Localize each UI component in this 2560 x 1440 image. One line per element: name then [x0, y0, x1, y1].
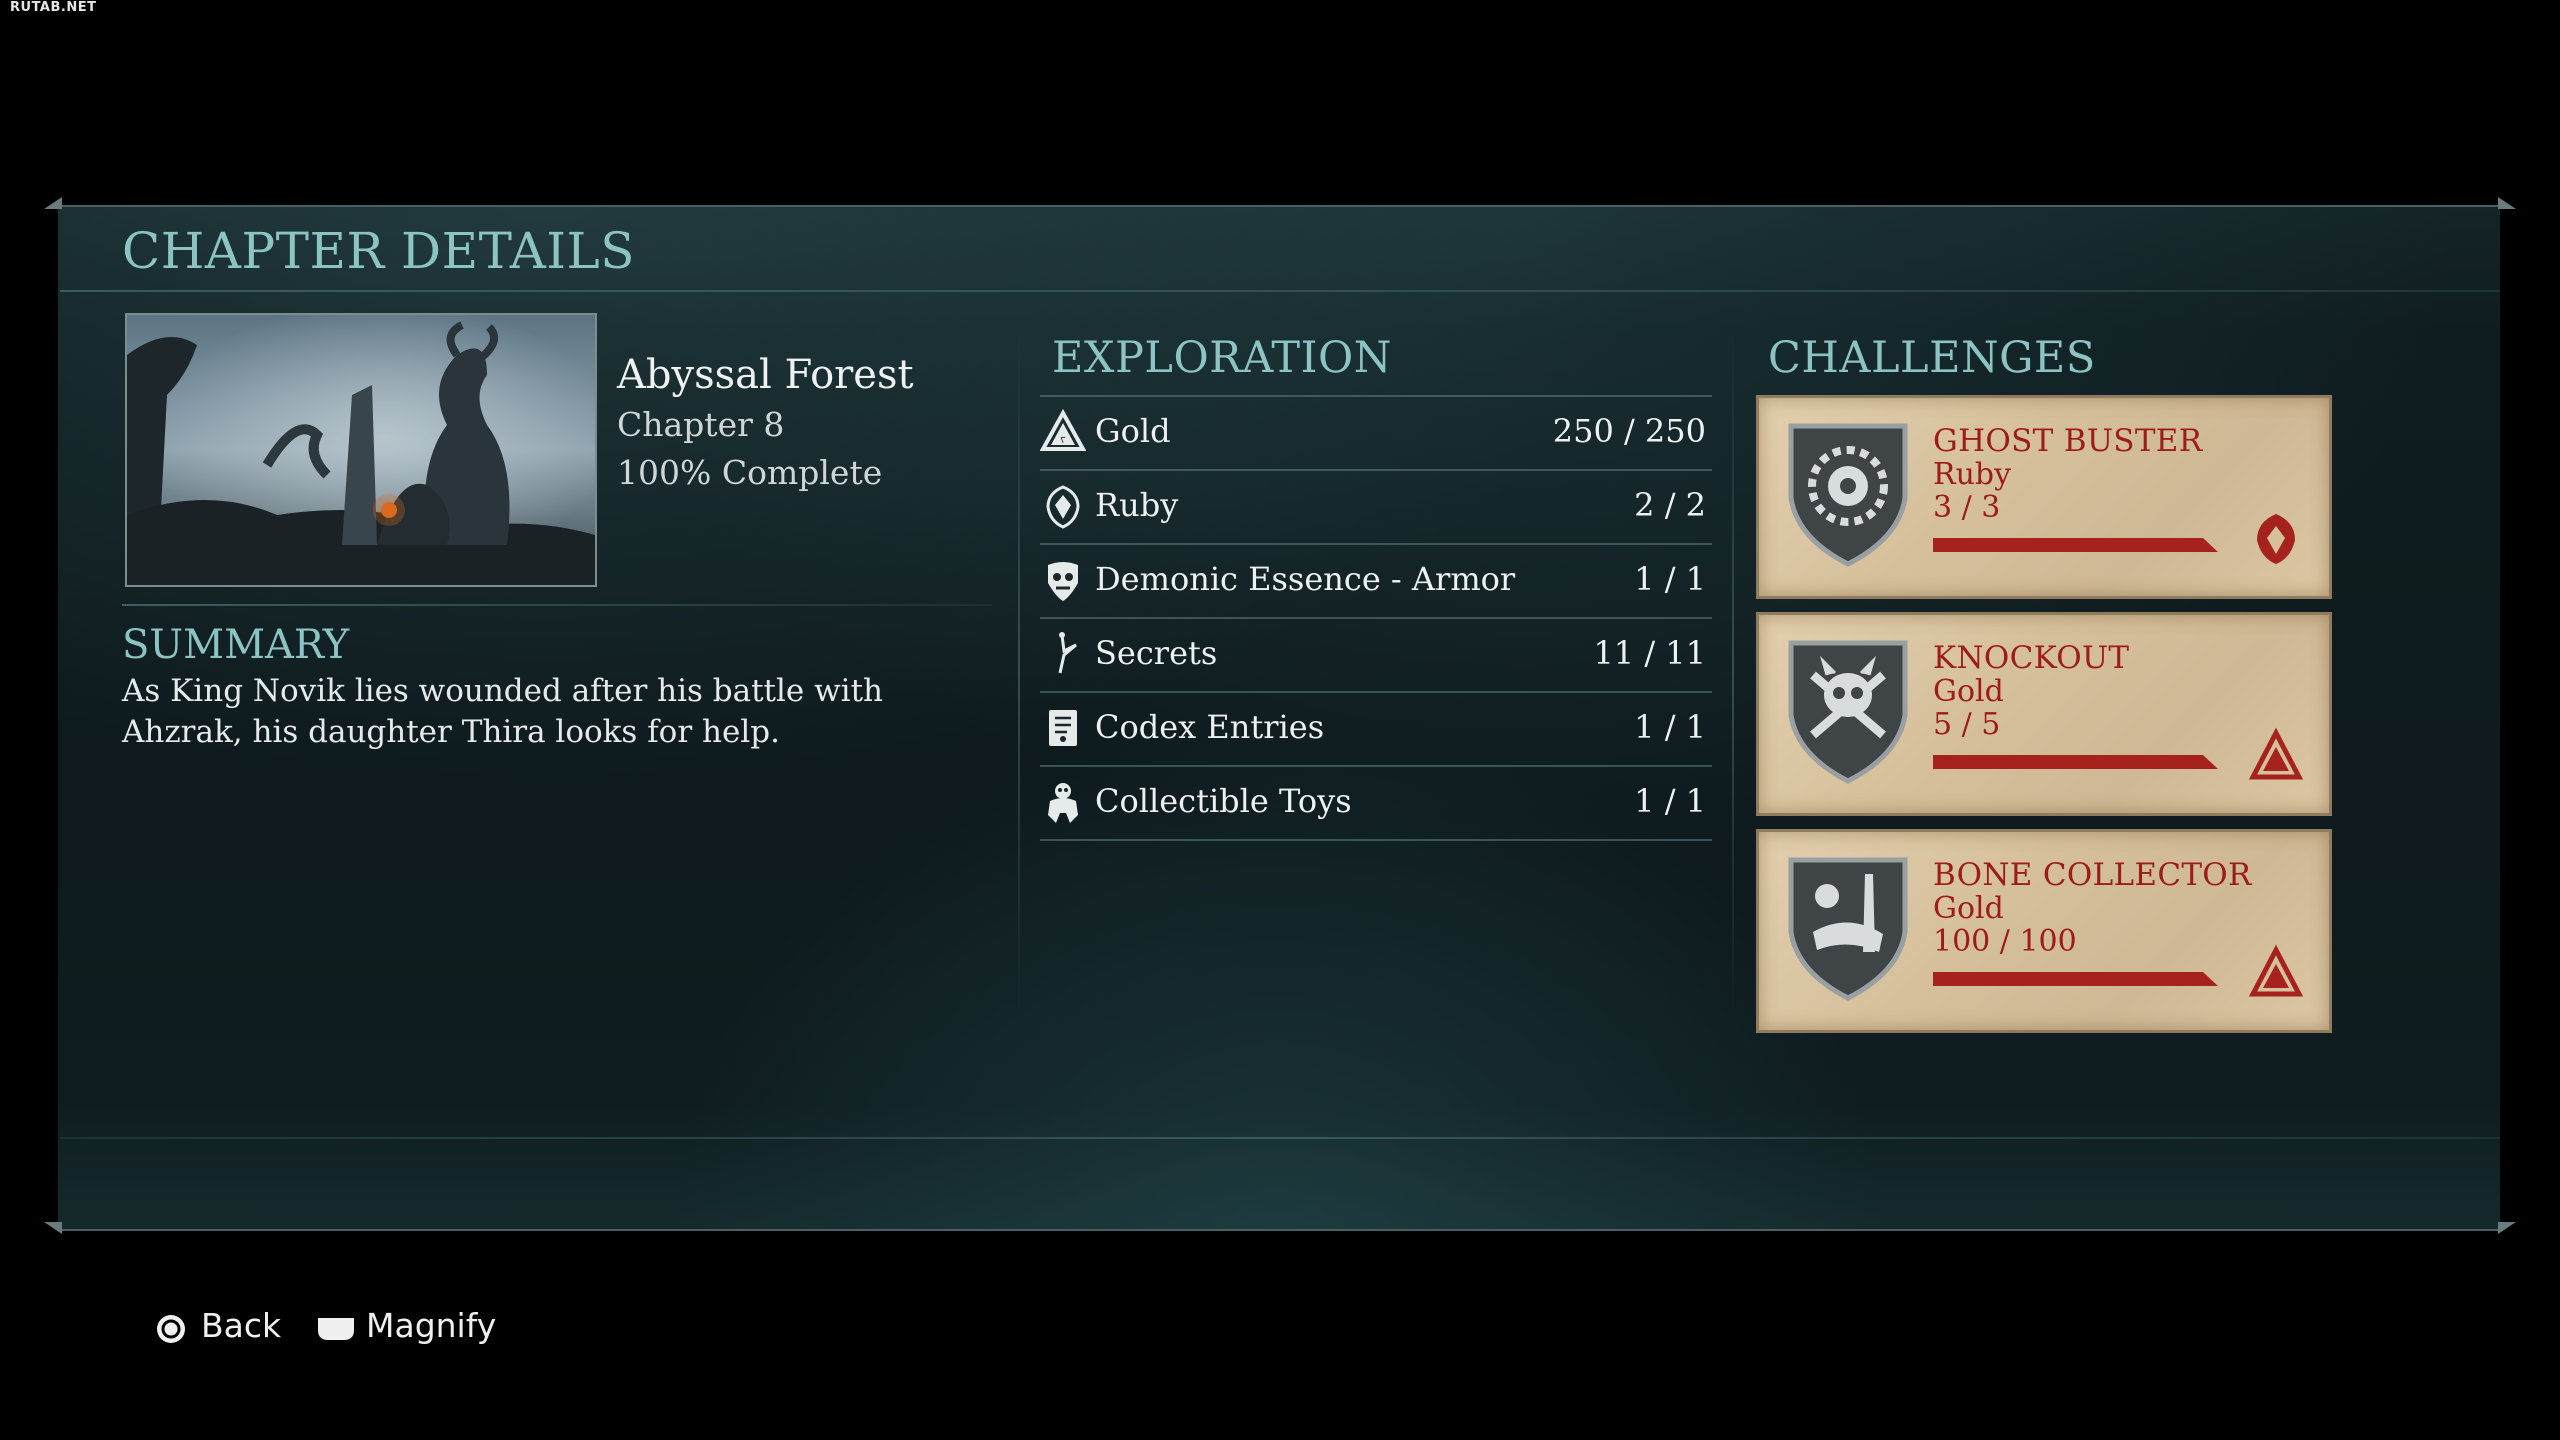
challenge-card-bone-collector[interactable]: BONE COLLECTOR Gold 100 / 100: [1756, 829, 2332, 1033]
exploration-value: 250 / 250: [1552, 412, 1706, 450]
challenge-name: KNOCKOUT: [1933, 640, 2130, 676]
divider: [122, 604, 992, 606]
divider: [60, 1137, 2500, 1139]
challenge-card-ghost-buster[interactable]: GHOST BUSTER Ruby 3 / 3: [1756, 395, 2332, 599]
exploration-heading: EXPLORATION: [1052, 333, 1392, 383]
back-button[interactable]: Back: [201, 1306, 281, 1345]
secrets-icon: [1058, 632, 1077, 674]
exploration-row-secrets: Secrets 11 / 11: [1040, 619, 1712, 693]
challenge-reward: Ruby: [1933, 457, 2012, 492]
chapter-thumbnail: [125, 313, 597, 587]
exploration-label: Collectible Toys: [1095, 782, 1352, 820]
gold-icon: ᡕ: [1040, 409, 1086, 451]
exploration-row-demonic-essence: Demonic Essence - Armor 1 / 1: [1040, 545, 1712, 619]
chapter-completion: 100% Complete: [617, 453, 883, 492]
exploration-label: Codex Entries: [1095, 708, 1325, 746]
panel-corner-ornament: [2498, 197, 2516, 209]
exploration-label: Demonic Essence - Armor: [1095, 560, 1516, 598]
challenge-name: BONE COLLECTOR: [1933, 857, 2252, 893]
gold-reward-icon: [2249, 944, 2303, 997]
exploration-row-gold: ᡕ Gold 250 / 250: [1040, 395, 1712, 471]
challenge-progress-bar: [1933, 972, 2218, 986]
exploration-list: ᡕ Gold 250 / 250 Ruby 2 / 2 Demonic Esse…: [1040, 395, 1712, 841]
challenge-progress: 3 / 3: [1933, 490, 2001, 525]
summary-heading: SUMMARY: [122, 622, 350, 668]
bone-collector-shield-icon: [1788, 857, 1908, 1001]
column-divider: [1732, 330, 1734, 1010]
touchpad-button-icon[interactable]: [316, 1316, 356, 1342]
exploration-label: Ruby: [1095, 486, 1179, 524]
challenge-reward: Gold: [1933, 674, 2004, 709]
column-divider: [1018, 330, 1020, 1010]
page-title: CHAPTER DETAILS: [122, 222, 636, 280]
challenge-progress: 100 / 100: [1933, 924, 2077, 959]
chapter-name: Abyssal Forest: [617, 352, 914, 398]
challenge-card-knockout[interactable]: KNOCKOUT Gold 5 / 5: [1756, 612, 2332, 816]
chapter-number: Chapter 8: [617, 405, 785, 444]
ruby-icon: [1046, 485, 1080, 529]
challenges-heading: CHALLENGES: [1768, 333, 2096, 383]
toy-icon: [1048, 783, 1078, 823]
challenge-reward: Gold: [1933, 891, 2004, 926]
magnify-button[interactable]: Magnify: [366, 1306, 496, 1345]
challenge-progress-bar: [1933, 755, 2218, 769]
panel-corner-ornament: [44, 1222, 62, 1234]
exploration-row-codex: Codex Entries 1 / 1: [1040, 693, 1712, 767]
exploration-row-toys: Collectible Toys 1 / 1: [1040, 767, 1712, 841]
svg-text:ᡕ: ᡕ: [1060, 432, 1065, 445]
panel-corner-ornament: [44, 197, 62, 209]
panel-corner-ornament: [2498, 1222, 2516, 1234]
exploration-value: 1 / 1: [1634, 708, 1706, 746]
ghost-buster-shield-icon: [1788, 423, 1908, 567]
challenge-progress: 5 / 5: [1933, 707, 2001, 742]
divider: [60, 290, 2500, 292]
gold-reward-icon: [2249, 727, 2303, 780]
knockout-shield-icon: [1788, 640, 1908, 784]
chapter-thumbnail-image: [127, 315, 595, 585]
exploration-value: 2 / 2: [1634, 486, 1706, 524]
challenge-progress-bar: [1933, 538, 2218, 552]
exploration-value: 1 / 1: [1634, 560, 1706, 598]
watermark: RUTAB.NET: [10, 0, 97, 15]
exploration-label: Secrets: [1095, 634, 1218, 672]
circle-button-icon[interactable]: [156, 1314, 186, 1344]
exploration-value: 11 / 11: [1593, 634, 1706, 672]
exploration-label: Gold: [1095, 412, 1171, 450]
summary-text: As King Novik lies wounded after his bat…: [122, 673, 883, 750]
challenge-name: GHOST BUSTER: [1933, 423, 2203, 459]
exploration-value: 1 / 1: [1634, 782, 1706, 820]
codex-icon: [1049, 710, 1077, 746]
ruby-reward-icon: [2257, 514, 2295, 564]
exploration-row-ruby: Ruby 2 / 2: [1040, 471, 1712, 545]
demonic-essence-icon: [1048, 562, 1078, 601]
